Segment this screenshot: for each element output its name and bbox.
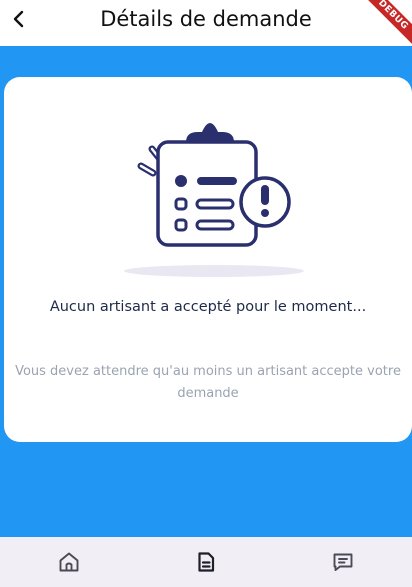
document-icon [198, 552, 215, 572]
empty-state-description: Vous devez attendre qu'au moins un artis… [15, 364, 401, 401]
nav-messages[interactable] [313, 537, 373, 587]
nav-requests[interactable] [176, 537, 236, 587]
clipboard-list-alert-icon [124, 123, 304, 277]
empty-state-title: Aucun artisant a accepté pour le moment.… [49, 299, 367, 315]
app-bar: Détails de demande DEBUG [0, 0, 412, 52]
page-title: Détails de demande [100, 7, 312, 31]
empty-state-card: Aucun artisant a accepté pour le moment.… [4, 77, 412, 442]
home-icon [59, 552, 79, 572]
chat-icon [333, 553, 353, 571]
nav-home[interactable] [39, 537, 99, 587]
bottom-navigation [0, 537, 412, 587]
